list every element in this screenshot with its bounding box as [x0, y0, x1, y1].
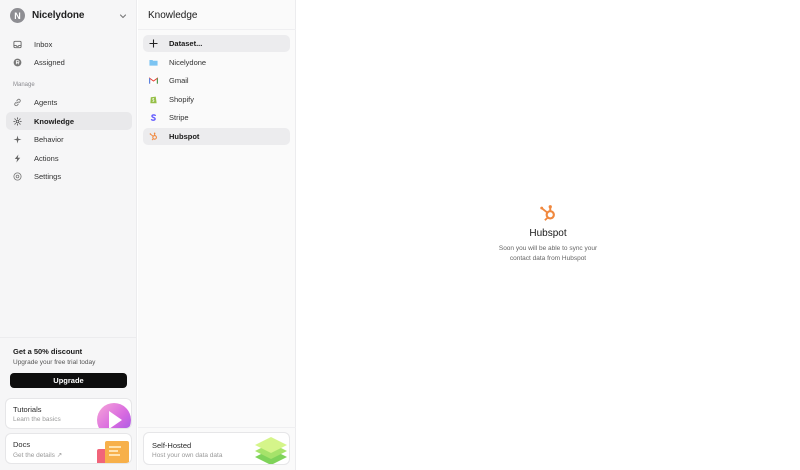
self-hosted-card[interactable]: Self-Hosted Host your own data data [143, 432, 290, 465]
promo-subtitle: Upgrade your free trial today [13, 359, 96, 366]
nav-label-agents: Agents [34, 97, 58, 107]
sidebar: N Nicelydone Inbox Assigned Manage Agent… [0, 0, 137, 470]
workspace-avatar: N [10, 8, 25, 23]
bottom-divider [138, 427, 296, 428]
inbox-icon [13, 40, 22, 49]
knowledge-item-label: Hubspot [169, 132, 200, 141]
docs-subtitle: Get the details ↗ [13, 452, 63, 459]
gear-icon [13, 116, 22, 126]
knowledge-item-label: Nicelydone [169, 58, 207, 67]
upgrade-button[interactable]: Upgrade [10, 373, 127, 388]
layers-icon [255, 437, 287, 464]
bolt-icon [13, 153, 22, 163]
hubspot-icon [540, 205, 555, 221]
dataset-add-button[interactable]: Dataset... [143, 35, 290, 52]
hubspot-icon [149, 132, 158, 141]
shopify-icon [149, 95, 158, 104]
nav-item-settings[interactable]: Settings [6, 167, 132, 185]
nav-label-actions: Actions [34, 153, 59, 163]
docs-card[interactable]: Docs Get the details ↗ [5, 433, 132, 464]
detail-title: Hubspot [529, 228, 567, 239]
docs-title: Docs [13, 440, 31, 449]
docs-book-icon [97, 441, 129, 463]
workspace-switcher[interactable]: N Nicelydone [10, 7, 128, 24]
chevron-down-icon [119, 13, 127, 18]
knowledge-item-label: Shopify [169, 95, 195, 104]
gmail-icon [149, 76, 158, 85]
knowledge-item-shopify[interactable]: Shopify [143, 91, 290, 108]
knowledge-panel: Knowledge Dataset... Nicelydone Gmail Sh… [138, 0, 296, 470]
folder-icon [149, 58, 158, 67]
workspace-name: Nicelydone [32, 10, 85, 21]
section-label-manage: Manage [13, 82, 35, 88]
knowledge-title: Knowledge [148, 10, 198, 21]
nav-label-assigned: Assigned [34, 57, 65, 67]
self-hosted-subtitle: Host your own data data [152, 452, 223, 459]
promo-title: Get a 50% discount [13, 347, 83, 356]
knowledge-item-stripe[interactable]: Stripe [143, 109, 290, 126]
knowledge-item-nicelydone[interactable]: Nicelydone [143, 54, 290, 71]
link-icon [13, 98, 22, 107]
plus-icon [149, 39, 158, 48]
nav-item-inbox[interactable]: Inbox [6, 35, 132, 53]
tutorials-card[interactable]: Tutorials Learn the basics [5, 398, 132, 429]
nav-label-settings: Settings [34, 171, 62, 181]
play-icon [97, 403, 131, 428]
settings-icon [13, 171, 22, 181]
self-hosted-title: Self-Hosted [152, 441, 192, 450]
detail-description: Soon you will be able to sync your conta… [498, 245, 598, 262]
sparkle-icon [13, 134, 22, 144]
knowledge-item-label: Stripe [169, 113, 189, 122]
assigned-icon [13, 58, 22, 67]
nav-item-knowledge[interactable]: Knowledge [6, 112, 132, 130]
hubspot-detail: Hubspot Soon you will be able to sync yo… [447, 204, 649, 264]
header-divider [138, 29, 296, 30]
nav-item-actions[interactable]: Actions [6, 149, 132, 167]
detail-pane: Hubspot Soon you will be able to sync yo… [297, 0, 800, 470]
nav-label-inbox: Inbox [34, 39, 53, 49]
knowledge-item-label: Gmail [169, 76, 189, 85]
tutorials-subtitle: Learn the basics [13, 416, 61, 423]
promo-divider [0, 337, 137, 338]
nav-label-knowledge: Knowledge [34, 116, 75, 126]
tutorials-title: Tutorials [13, 405, 42, 414]
nav-item-assigned[interactable]: Assigned [6, 53, 132, 71]
nav-item-behavior[interactable]: Behavior [6, 130, 132, 148]
knowledge-item-hubspot[interactable]: Hubspot [143, 128, 290, 145]
stripe-icon [149, 113, 158, 122]
knowledge-item-gmail[interactable]: Gmail [143, 72, 290, 89]
dataset-label: Dataset... [169, 39, 203, 48]
nav-item-agents[interactable]: Agents [6, 93, 132, 111]
nav-label-behavior: Behavior [34, 134, 64, 144]
